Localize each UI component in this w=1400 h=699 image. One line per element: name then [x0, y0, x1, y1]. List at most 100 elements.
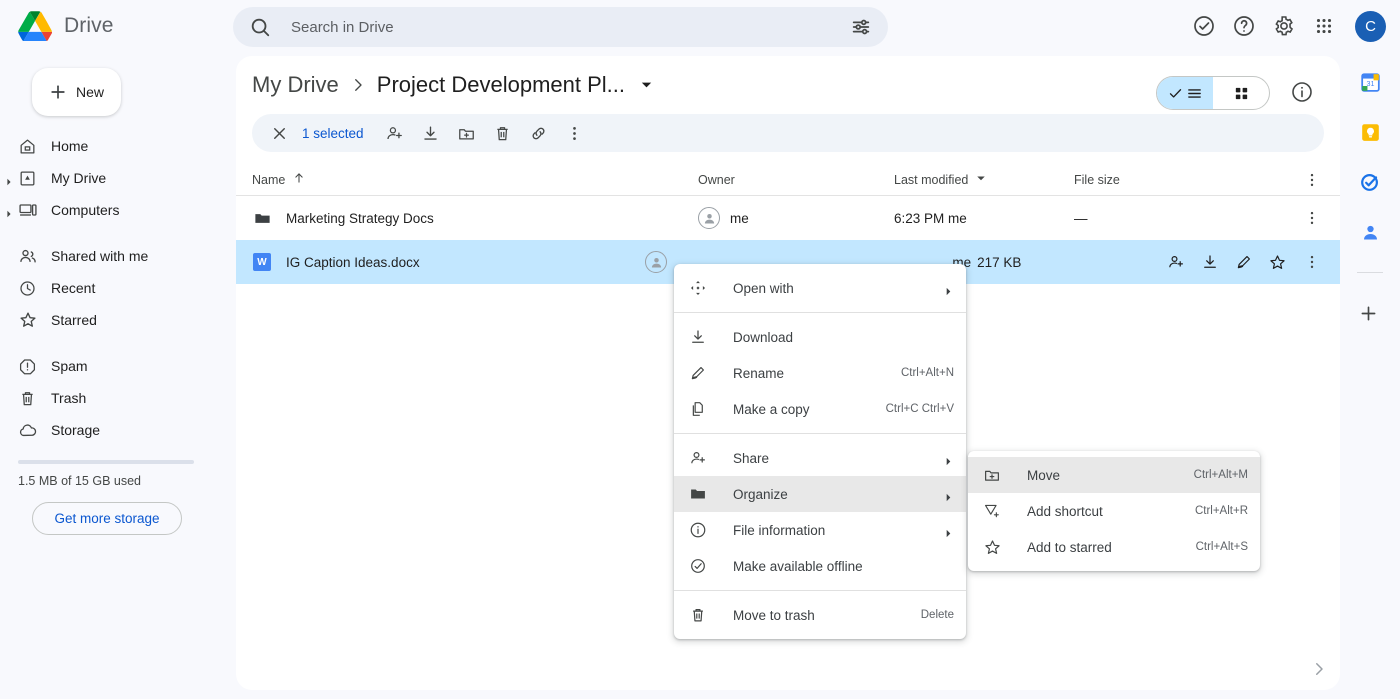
sidebar-item-recent[interactable]: Recent — [0, 272, 204, 304]
more-vert-icon[interactable] — [558, 116, 592, 150]
rename-pencil-icon[interactable] — [1232, 250, 1256, 274]
docx-icon: W — [252, 252, 272, 272]
chevron-right-icon[interactable] — [5, 173, 15, 186]
breadcrumb-current[interactable]: Project Development Pl... — [377, 72, 625, 98]
context-menu-label: Rename — [733, 365, 785, 381]
context-menu-label: Open with — [733, 280, 794, 296]
context-menu-item-make-a-copy[interactable]: Make a copy Ctrl+C Ctrl+V — [674, 391, 966, 427]
help-icon[interactable] — [1231, 13, 1257, 39]
breadcrumb-root[interactable]: My Drive — [252, 72, 339, 98]
chevron-right-icon[interactable] — [1310, 660, 1330, 680]
folder-icon — [252, 208, 272, 228]
chevron-down-icon — [975, 172, 987, 187]
context-menu-item-file-information[interactable]: File information — [674, 512, 966, 548]
chevron-down-icon[interactable] — [639, 77, 655, 93]
top-actions: C — [1191, 0, 1386, 52]
avatar — [698, 207, 720, 229]
download-icon[interactable] — [1198, 250, 1222, 274]
close-icon[interactable] — [262, 116, 296, 150]
table-header: Name Owner Last modified File size — [236, 164, 1340, 196]
info-icon[interactable] — [1290, 80, 1316, 106]
google-contacts-icon[interactable] — [1358, 220, 1382, 244]
submenu-label: Move — [1027, 467, 1061, 483]
google-tasks-icon[interactable] — [1358, 170, 1382, 194]
grid-view-button[interactable] — [1213, 77, 1269, 109]
move-to-folder-icon[interactable] — [450, 116, 484, 150]
trash-icon[interactable] — [486, 116, 520, 150]
share-person-add-icon — [688, 448, 708, 468]
column-label: Last modified — [894, 172, 969, 187]
gear-icon[interactable] — [1271, 13, 1297, 39]
chevron-right-icon — [944, 489, 954, 502]
column-header-name[interactable]: Name — [252, 171, 698, 188]
arrow-up-icon — [292, 171, 306, 188]
google-calendar-icon[interactable]: 31 — [1358, 70, 1382, 94]
sidebar-item-my-drive[interactable]: My Drive — [0, 162, 204, 194]
sidebar-item-spam[interactable]: Spam — [0, 350, 204, 382]
sidebar-item-home[interactable]: Home — [0, 130, 204, 162]
clock-icon — [18, 278, 38, 298]
sidebar-item-label: Recent — [51, 280, 96, 296]
sidebar-item-label: Trash — [51, 390, 87, 406]
more-vert-icon[interactable] — [1300, 206, 1324, 230]
context-menu-item-rename[interactable]: Rename Ctrl+Alt+N — [674, 355, 966, 391]
rename-pencil-icon — [688, 363, 708, 383]
more-vert-icon[interactable] — [1300, 250, 1324, 274]
share-person-add-icon[interactable] — [1164, 250, 1188, 274]
submenu-label: Add shortcut — [1027, 503, 1103, 519]
submenu-item-move[interactable]: Move Ctrl+Alt+M — [968, 457, 1260, 493]
brand[interactable]: Drive — [0, 11, 212, 42]
context-menu-item-move-to-trash[interactable]: Move to trash Delete — [674, 597, 966, 633]
view-toggle — [1156, 76, 1270, 110]
download-icon — [688, 327, 708, 347]
list-view-button[interactable] — [1157, 77, 1213, 109]
sidebar-item-starred[interactable]: Starred — [0, 304, 204, 336]
more-vert-icon[interactable] — [1300, 168, 1324, 192]
sidebar-item-storage[interactable]: Storage — [0, 414, 204, 446]
submenu-item-add-shortcut[interactable]: Add shortcut Ctrl+Alt+R — [968, 493, 1260, 529]
context-menu-shortcut: Ctrl+C Ctrl+V — [885, 403, 954, 415]
context-menu-item-organize[interactable]: Organize — [674, 476, 966, 512]
activity-icon[interactable] — [1191, 13, 1217, 39]
copy-icon — [688, 399, 708, 419]
download-icon[interactable] — [414, 116, 448, 150]
offline-check-icon — [688, 556, 708, 576]
column-header-owner[interactable]: Owner — [698, 173, 894, 187]
chevron-right-icon — [944, 453, 954, 466]
context-menu-label: Organize — [733, 486, 788, 502]
context-menu-item-open-with[interactable]: Open with — [674, 270, 966, 306]
get-more-storage-button[interactable]: Get more storage — [32, 502, 182, 535]
search-input[interactable] — [271, 18, 850, 36]
apps-grid-icon[interactable] — [1311, 13, 1337, 39]
add-shortcut-icon — [982, 501, 1002, 521]
column-header-modified[interactable]: Last modified — [894, 172, 1074, 187]
spam-icon — [18, 356, 38, 376]
submenu-item-add-to-starred[interactable]: Add to starred Ctrl+Alt+S — [968, 529, 1260, 565]
sidebar-item-label: Shared with me — [51, 248, 149, 264]
avatar — [645, 251, 668, 273]
top-bar: Drive Search in Drive C — [0, 0, 1400, 52]
star-icon[interactable] — [1266, 250, 1290, 274]
new-button[interactable]: New — [32, 68, 121, 116]
context-menu-item-make-available-offline[interactable]: Make available offline — [674, 548, 966, 584]
context-menu-item-share[interactable]: Share — [674, 440, 966, 476]
submenu-shortcut: Ctrl+Alt+R — [1194, 505, 1248, 517]
sidebar-item-computers[interactable]: Computers — [0, 194, 204, 226]
computers-icon — [18, 200, 38, 220]
sidebar-item-trash[interactable]: Trash — [0, 382, 204, 414]
context-menu-item-download[interactable]: Download — [674, 319, 966, 355]
sidebar-item-shared-with-me[interactable]: Shared with me — [0, 240, 204, 272]
row-owner-cell: me — [698, 207, 894, 229]
link-icon[interactable] — [522, 116, 556, 150]
table-row[interactable]: Marketing Strategy Docs me 6:23 PM me — — [236, 196, 1340, 240]
google-keep-icon[interactable] — [1358, 120, 1382, 144]
share-person-add-icon[interactable] — [378, 116, 412, 150]
sidebar-item-label: Computers — [51, 202, 120, 218]
avatar[interactable]: C — [1355, 10, 1386, 42]
star-icon — [18, 310, 38, 330]
chevron-right-icon[interactable] — [5, 205, 15, 218]
column-header-size[interactable]: File size — [1074, 173, 1286, 187]
search-bar[interactable] — [233, 7, 888, 47]
plus-icon[interactable] — [1358, 303, 1382, 327]
tune-icon[interactable] — [850, 16, 872, 38]
